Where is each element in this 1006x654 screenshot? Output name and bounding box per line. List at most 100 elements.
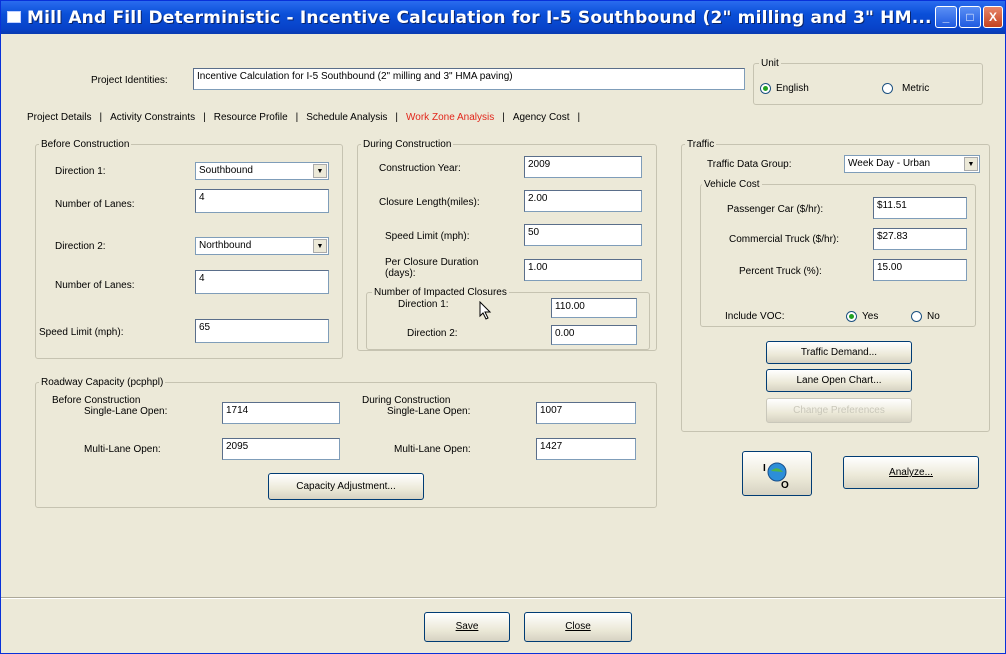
- project-identities-label: Project Identities:: [91, 75, 168, 86]
- before-single-lane-input[interactable]: 1714: [222, 402, 340, 424]
- tab-separator: |: [577, 112, 581, 123]
- english-label: English: [776, 83, 809, 94]
- direction2-label: Direction 2:: [55, 241, 106, 252]
- lanes1-label: Number of Lanes:: [55, 199, 135, 210]
- roadway-capacity-group: Roadway Capacity (pcphpl) Before Constru…: [35, 377, 657, 508]
- include-voc-label: Include VOC:: [725, 311, 785, 322]
- metric-label: Metric: [902, 83, 930, 94]
- tab-resource-profile[interactable]: Resource Profile: [214, 112, 288, 123]
- direction1-value: Southbound: [199, 165, 253, 176]
- save-button[interactable]: Save: [424, 612, 510, 642]
- minimize-button[interactable]: _: [935, 6, 957, 28]
- tab-schedule-analysis[interactable]: Schedule Analysis: [306, 112, 387, 123]
- direction1-select[interactable]: Southbound ▼: [195, 162, 329, 180]
- impacted-dir2-input[interactable]: 0.00: [551, 325, 637, 345]
- per-closure-duration-label: Per Closure Duration: [385, 257, 479, 268]
- voc-no-label: No: [927, 311, 940, 322]
- change-preferences-button[interactable]: Change Preferences: [766, 398, 912, 423]
- speed-limit-before-input[interactable]: 65: [195, 319, 329, 343]
- speed-limit-during-input[interactable]: 50: [524, 224, 642, 246]
- traffic-data-group-select[interactable]: Week Day - Urban ▼: [844, 155, 980, 173]
- construction-year-label: Construction Year:: [379, 163, 461, 174]
- lane-open-chart-button[interactable]: Lane Open Chart...: [766, 369, 912, 392]
- during-single-lane-label: Single-Lane Open:: [387, 406, 471, 417]
- before-multi-lane-label: Multi-Lane Open:: [84, 444, 161, 455]
- svg-text:O: O: [781, 480, 789, 491]
- project-identities-input[interactable]: Incentive Calculation for I-5 Southbound…: [193, 68, 745, 90]
- construction-year-input[interactable]: 2009: [524, 156, 642, 178]
- during-construction-group: During Construction Construction Year: 2…: [357, 139, 657, 351]
- tab-work-zone-analysis[interactable]: Work Zone Analysis: [406, 112, 494, 123]
- main-window: Mill And Fill Deterministic - Incentive …: [0, 0, 1006, 654]
- tab-agency-cost[interactable]: Agency Cost: [513, 112, 570, 123]
- chevron-down-icon[interactable]: ▼: [313, 239, 327, 253]
- capacity-during-construction-label: During Construction: [362, 395, 451, 406]
- analyze-button[interactable]: Analyze...: [843, 456, 979, 489]
- capacity-before-construction-label: Before Construction: [52, 395, 141, 406]
- maximize-button[interactable]: □: [959, 6, 981, 28]
- before-multi-lane-input[interactable]: 2095: [222, 438, 340, 460]
- direction2-value: Northbound: [199, 240, 252, 251]
- speed-limit-during-label: Speed Limit (mph):: [385, 231, 470, 242]
- during-construction-title: During Construction: [361, 139, 454, 150]
- analyze-button-label: Analyze...: [889, 467, 933, 478]
- passenger-car-input[interactable]: $11.51: [873, 197, 967, 219]
- io-icon: I O: [763, 462, 789, 491]
- before-construction-title: Before Construction: [39, 139, 132, 150]
- chevron-down-icon[interactable]: ▼: [313, 164, 327, 178]
- traffic-data-group-label: Traffic Data Group:: [707, 159, 792, 170]
- impacted-dir1-input[interactable]: 110.00: [551, 298, 637, 318]
- title-bar[interactable]: Mill And Fill Deterministic - Incentive …: [1, 1, 1005, 34]
- traffic-title: Traffic: [685, 139, 717, 150]
- chevron-down-icon[interactable]: ▼: [964, 157, 978, 171]
- tab-separator: |: [295, 112, 299, 123]
- traffic-demand-button[interactable]: Traffic Demand...: [766, 341, 912, 364]
- traffic-data-group-value: Week Day - Urban: [848, 158, 931, 169]
- io-button[interactable]: I O: [742, 451, 812, 496]
- percent-truck-label: Percent Truck (%):: [739, 266, 822, 277]
- mouse-cursor-icon: [479, 301, 492, 320]
- tab-strip: Project Details | Activity Constraints | Res…: [27, 112, 588, 126]
- closure-length-label: Closure Length(miles):: [379, 197, 480, 208]
- traffic-group: Traffic Traffic Data Group: Week Day - U…: [681, 139, 990, 432]
- tab-separator: |: [203, 112, 206, 123]
- save-button-label: Save: [455, 621, 479, 632]
- english-radio[interactable]: [760, 83, 771, 94]
- speed-limit-before-label: Speed Limit (mph):: [39, 327, 124, 338]
- close-window-button[interactable]: X: [983, 6, 1003, 28]
- during-single-lane-input[interactable]: 1007: [536, 402, 636, 424]
- close-button[interactable]: Close: [524, 612, 632, 642]
- roadway-capacity-title: Roadway Capacity (pcphpl): [39, 377, 166, 388]
- lanes2-input[interactable]: 4: [195, 270, 329, 294]
- voc-yes-radio[interactable]: [846, 311, 857, 322]
- per-closure-duration-unit-label: (days):: [385, 268, 416, 279]
- voc-no-radio[interactable]: [911, 311, 922, 322]
- lanes1-input[interactable]: 4: [195, 189, 329, 213]
- commercial-truck-input[interactable]: $27.83: [873, 228, 967, 250]
- tab-project-details[interactable]: Project Details: [27, 112, 91, 123]
- impacted-closures-group: Number of Impacted Closures Direction 1:…: [366, 287, 650, 350]
- tab-separator: |: [395, 112, 399, 123]
- commercial-truck-label: Commercial Truck ($/hr):: [729, 234, 840, 245]
- percent-truck-input[interactable]: 15.00: [873, 259, 967, 281]
- closure-length-input[interactable]: 2.00: [524, 190, 642, 212]
- capacity-adjustment-button[interactable]: Capacity Adjustment...: [268, 473, 424, 500]
- window-title: Mill And Fill Deterministic - Incentive …: [27, 8, 932, 28]
- lanes2-label: Number of Lanes:: [55, 280, 135, 291]
- app-icon: [7, 11, 21, 23]
- during-multi-lane-input[interactable]: 1427: [536, 438, 636, 460]
- direction1-label: Direction 1:: [55, 166, 106, 177]
- metric-radio[interactable]: [882, 83, 893, 94]
- tab-activity-constraints[interactable]: Activity Constraints: [110, 112, 195, 123]
- before-construction-group: Before Construction Direction 1: Southbo…: [35, 139, 343, 359]
- unit-group: Unit English Metric: [753, 58, 983, 105]
- bottom-divider: [1, 597, 1005, 599]
- vehicle-cost-title: Vehicle Cost: [702, 179, 762, 190]
- direction2-select[interactable]: Northbound ▼: [195, 237, 329, 255]
- per-closure-duration-input[interactable]: 1.00: [524, 259, 642, 281]
- svg-text:I: I: [763, 463, 766, 474]
- tab-separator: |: [99, 112, 103, 123]
- passenger-car-label: Passenger Car ($/hr):: [727, 204, 824, 215]
- before-single-lane-label: Single-Lane Open:: [84, 406, 168, 417]
- unit-group-title: Unit: [759, 58, 781, 69]
